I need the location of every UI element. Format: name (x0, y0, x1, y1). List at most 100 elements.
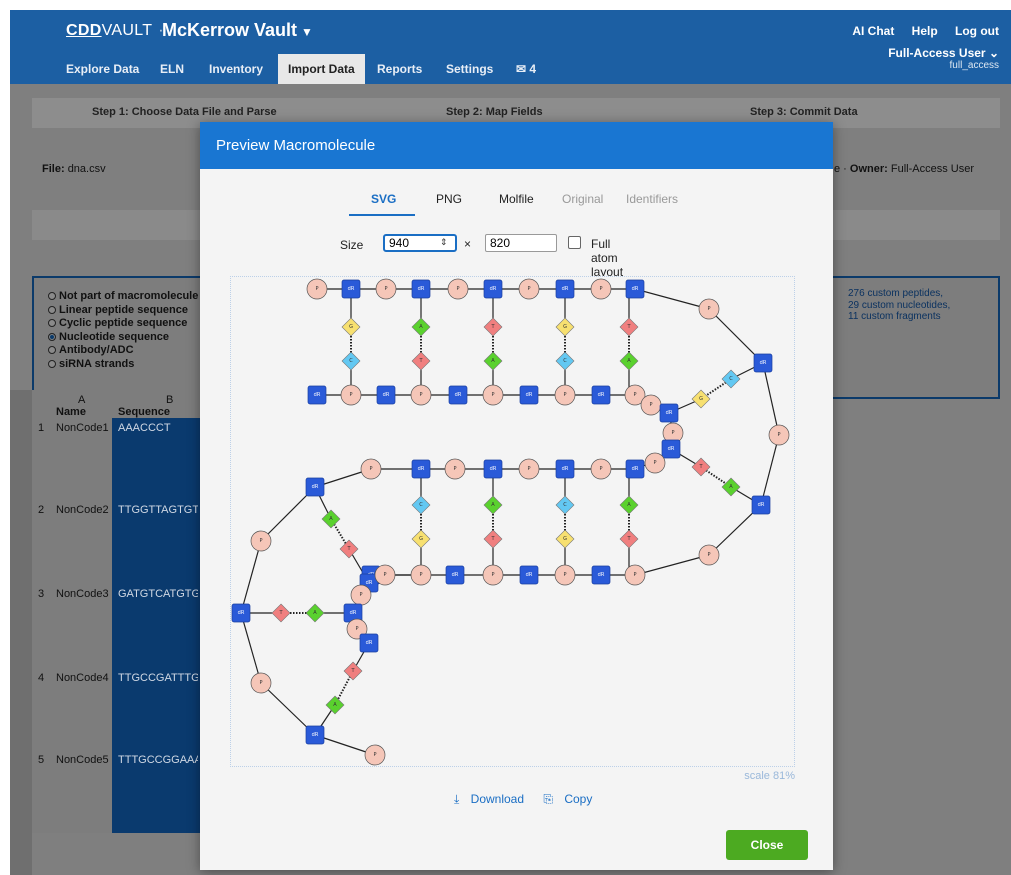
full-atom-label: Full atom layout (591, 237, 624, 279)
nav-inventory[interactable]: Inventory (199, 54, 273, 84)
file-info: File: dna.csv (42, 163, 106, 175)
brand-cdd: CDD (66, 22, 102, 39)
nav-explore-data[interactable]: Explore Data (56, 54, 149, 84)
caret-down-icon: ⌄ (988, 46, 999, 60)
logout-link[interactable]: Log out (955, 24, 999, 38)
radio-icon (48, 319, 56, 327)
monomer-label: A (491, 358, 495, 364)
copy-icon: ⎘ (543, 792, 553, 806)
monomer-label: P (384, 286, 387, 292)
monomer-label: P (359, 592, 362, 598)
monomer-label: P (671, 430, 674, 436)
tab-molfile[interactable]: Molfile (499, 192, 534, 206)
monomer-label: dR (418, 466, 425, 472)
tab-svg[interactable]: SVG (371, 192, 396, 206)
ai-chat-link[interactable]: AI Chat (852, 24, 894, 38)
times-symbol: × (464, 237, 472, 251)
data-grid: A B Name Sequence 1 NonCode1 AAACCCT 2 N… (32, 390, 200, 833)
col-header-sequence: Sequence (118, 406, 170, 418)
monomer-label: A (491, 502, 495, 508)
monomer-label: C (729, 376, 733, 382)
monomer-label: A (313, 610, 317, 616)
radio-label: Not part of macromolecule (59, 290, 199, 302)
monomer-label: P (456, 286, 459, 292)
nav-import-data[interactable]: Import Data (278, 54, 365, 84)
copy-button[interactable]: ⎘ Copy (543, 792, 600, 806)
vault-name: McKerrow Vault (162, 20, 298, 40)
step-1: Step 1: Choose Data File and Parse (92, 106, 277, 118)
format-tabs: SVG PNG Molfile Original Identifiers (200, 182, 833, 212)
monomer-label: A (329, 516, 333, 522)
monomer-label: dR (383, 392, 390, 398)
monomer-label: P (383, 572, 386, 578)
monomer-label: P (527, 466, 530, 472)
monomer-label: P (599, 286, 602, 292)
row-name: NonCode3 (56, 588, 109, 600)
monomer-label: P (491, 572, 494, 578)
monomer-label: dR (526, 572, 533, 578)
nav-messages[interactable]: ✉ 4 (506, 54, 546, 84)
radio-sirna[interactable]: siRNA strands (48, 358, 198, 372)
download-button[interactable]: ⤓ Download (454, 792, 532, 806)
monomer-label: dR (366, 640, 373, 646)
close-button[interactable]: Close (726, 830, 808, 860)
tab-identifiers: Identifiers (626, 192, 679, 206)
radio-label: Linear peptide sequence (59, 303, 188, 316)
step-3: Step 3: Commit Data (750, 106, 858, 118)
user-menu[interactable]: Full-Access User ⌄ full_access (888, 46, 999, 71)
radio-icon (48, 359, 56, 368)
monomer-label: dR (314, 392, 321, 398)
stepper-icon[interactable]: ⇕ (440, 237, 448, 248)
radio-label: Cyclic peptide sequence (59, 317, 188, 329)
monomer-label: P (563, 392, 566, 398)
row-name: NonCode5 (56, 754, 109, 766)
backbone-bond (240, 540, 262, 614)
backbone-bond (760, 434, 780, 506)
monomer-label: dR (312, 484, 319, 490)
radio-label: Nucleotide sequence (59, 330, 170, 343)
nav-settings[interactable]: Settings (436, 54, 503, 84)
row-number: 4 (38, 672, 45, 684)
monomer-label: G (349, 324, 353, 330)
help-link[interactable]: Help (912, 24, 938, 38)
custom-counts: 276 custom peptides, 29 custom nucleotid… (848, 288, 950, 323)
download-label: Download (470, 792, 525, 806)
radio-icon (48, 292, 56, 300)
top-links: AI Chat Help Log out (838, 24, 999, 38)
monomer-label: P (527, 286, 530, 292)
radio-selected-icon (48, 332, 56, 341)
row-name: NonCode2 (56, 504, 109, 516)
tab-png[interactable]: PNG (436, 192, 462, 206)
radio-linear-peptide[interactable]: Linear peptide sequence (48, 304, 198, 318)
radio-nucleotide[interactable]: Nucleotide sequence (48, 331, 198, 345)
row-sequence: GATGTCATGTGT (118, 588, 198, 600)
owner-label: Owner: (849, 163, 888, 175)
radio-icon (48, 305, 56, 314)
monomer-label: dR (526, 392, 533, 398)
brand-logo[interactable]: CDDVAULT · (66, 22, 170, 40)
sequence-column[interactable] (112, 418, 200, 833)
radio-antibody-adc[interactable]: Antibody/ADC (48, 344, 198, 358)
row-sequence: TTTGCCGGAAAT (118, 754, 198, 766)
radio-not-macromolecule[interactable]: Not part of macromolecule (48, 290, 198, 304)
vault-switcher[interactable]: McKerrow Vault ▼ (162, 20, 313, 41)
radio-cyclic-peptide[interactable]: Cyclic peptide sequence (48, 317, 198, 331)
size-label: Size (340, 238, 364, 252)
monomer-label: dR (348, 286, 355, 292)
full-atom-checkbox[interactable] (568, 236, 581, 249)
custom-nucleotides-count: 29 custom nucleotides, (848, 299, 951, 311)
row-sequence: AAACCCT (118, 422, 171, 434)
monomer-label: dR (632, 286, 639, 292)
monomer-label: P (633, 392, 636, 398)
radio-label: siRNA strands (59, 357, 135, 370)
monomer-label: dR (666, 410, 673, 416)
nav-reports[interactable]: Reports (367, 54, 432, 84)
backbone-bond (634, 554, 710, 576)
monomer-label: A (627, 502, 631, 508)
monomer-label: dR (455, 392, 462, 398)
monomer-label: A (333, 702, 337, 708)
height-input[interactable] (485, 234, 557, 252)
row-number: 5 (38, 754, 45, 766)
messages-count: 4 (529, 62, 537, 76)
nav-eln[interactable]: ELN (150, 54, 194, 84)
